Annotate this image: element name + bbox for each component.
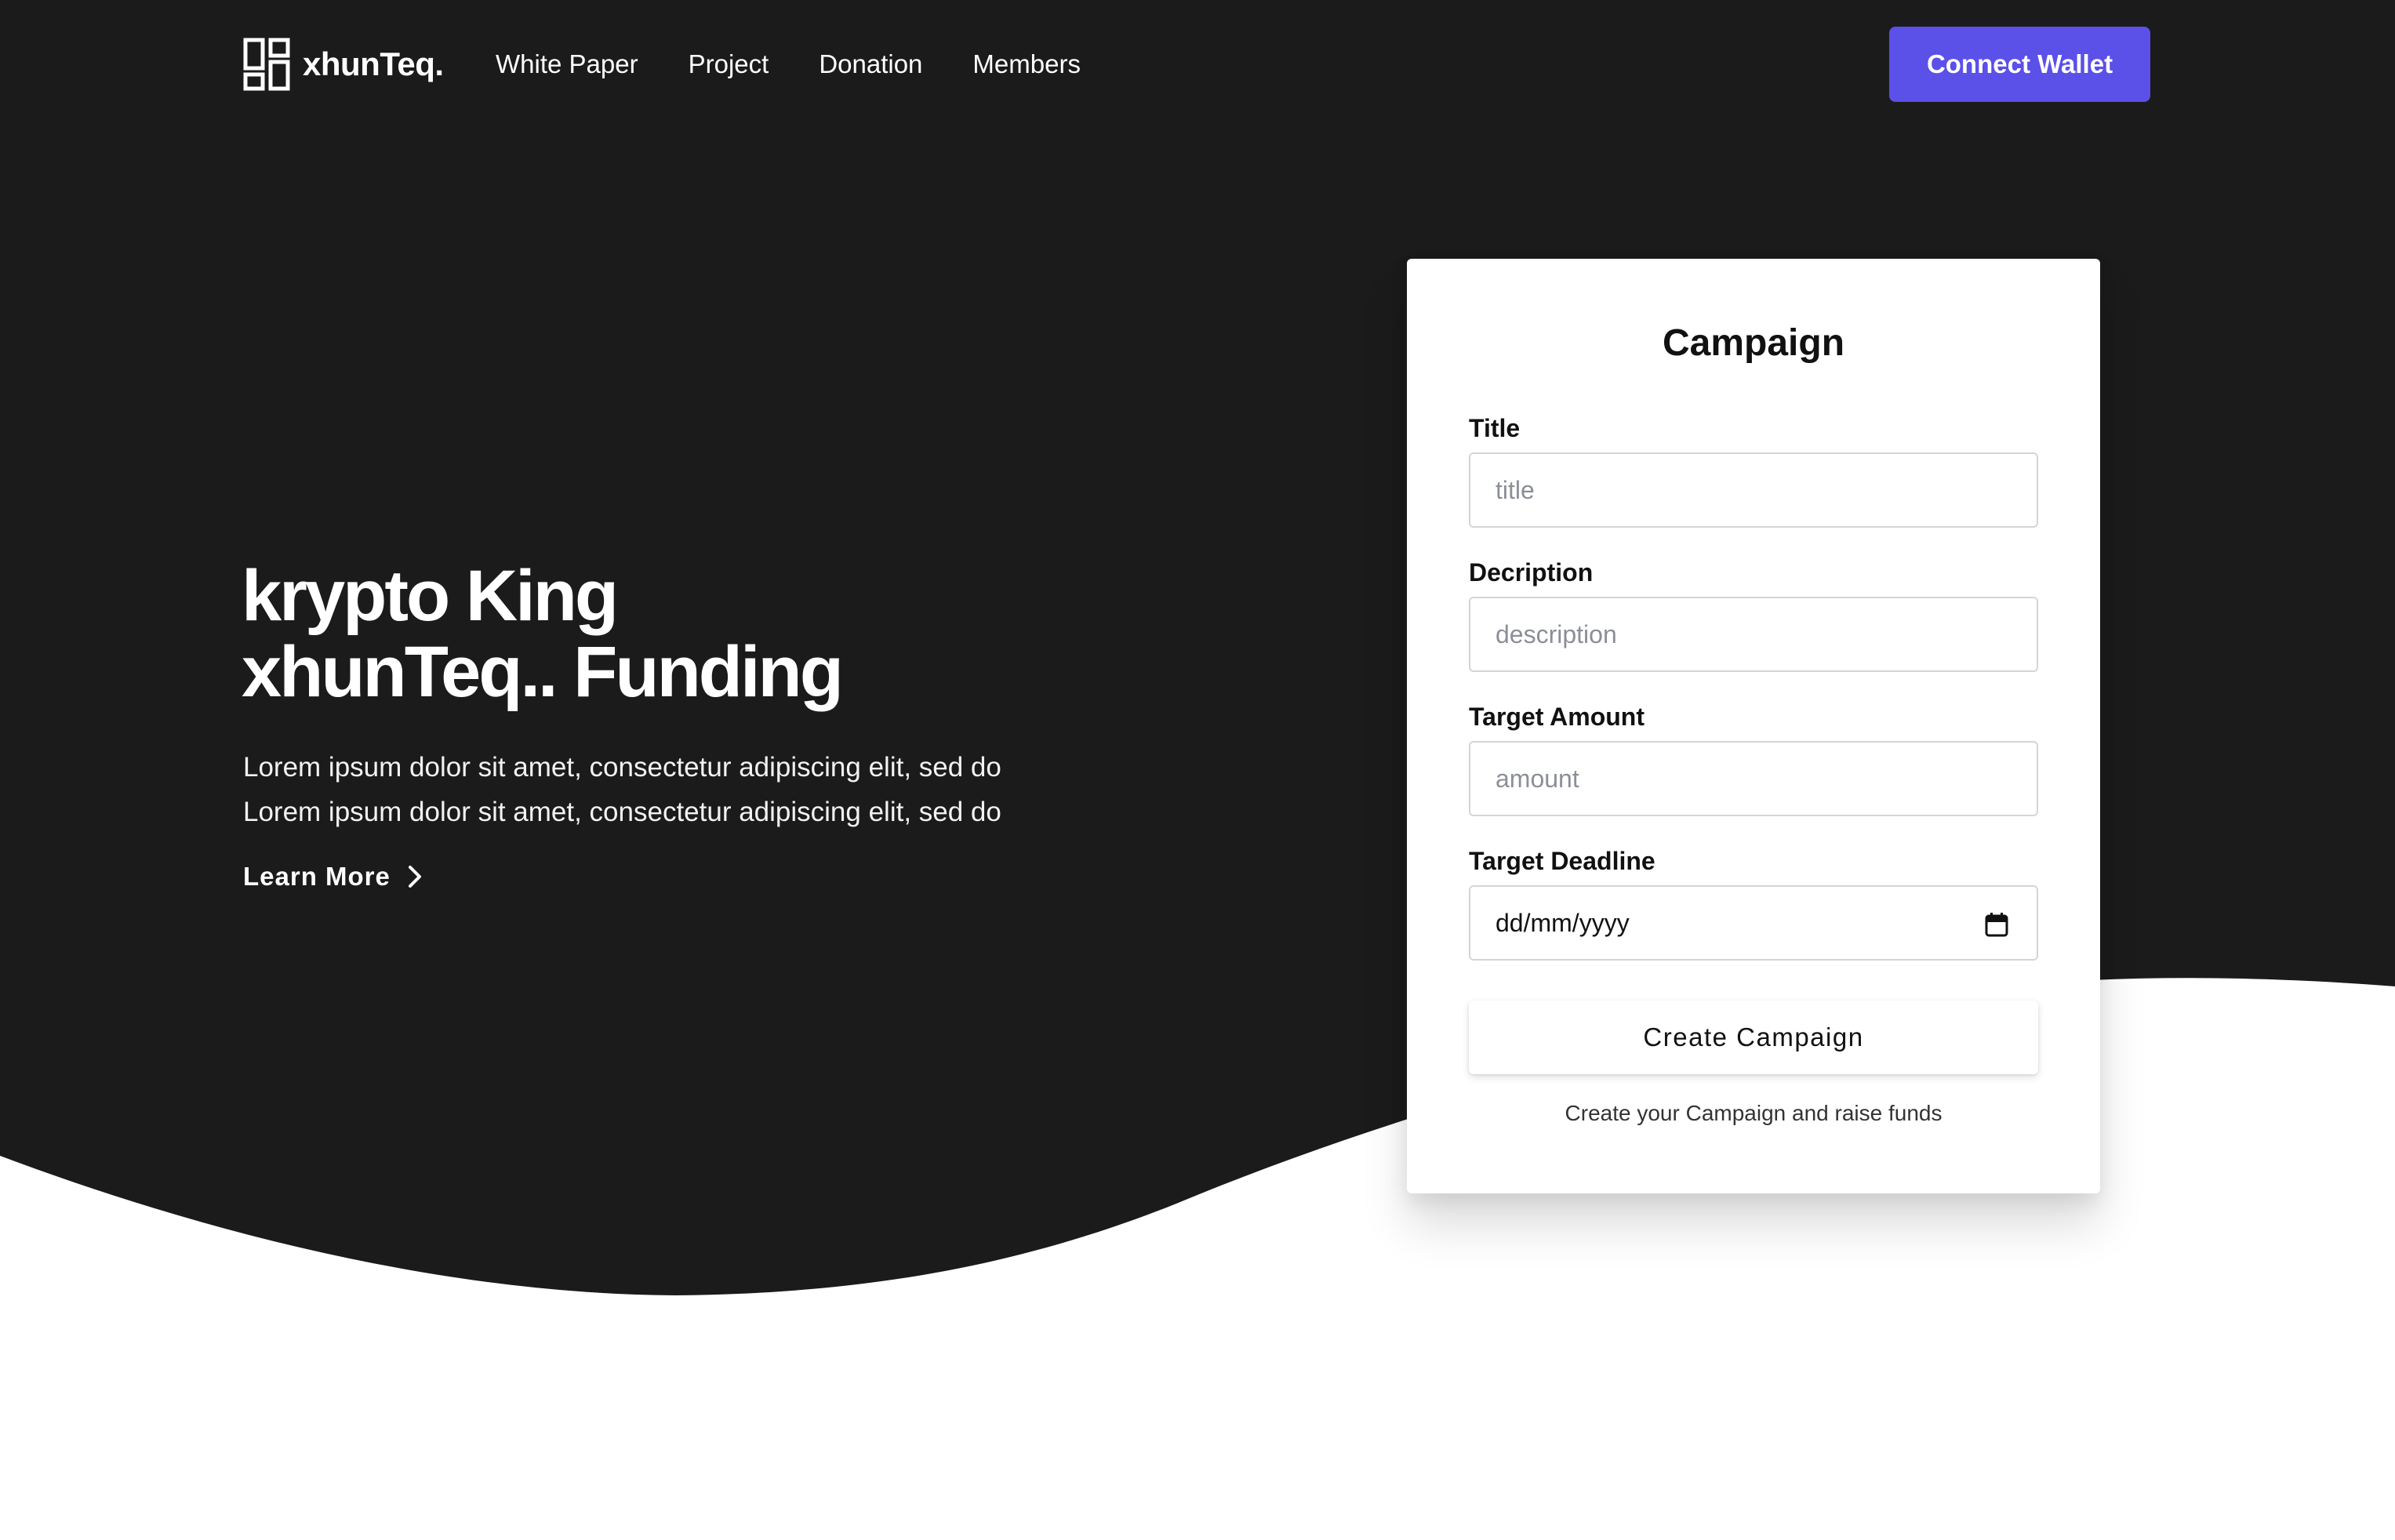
brand-logo[interactable]: xhunTeq. <box>243 38 444 91</box>
target-amount-input[interactable]: amount <box>1469 741 2038 816</box>
form-title: Campaign <box>1662 322 1845 364</box>
campaign-form-card: Campaign Title title Decription descript… <box>1407 259 2100 1193</box>
brand-name: xhunTeq. <box>303 45 444 82</box>
main-nav: White Paper Project Donation Members <box>496 45 1081 83</box>
nav-item-donation[interactable]: Donation <box>819 49 922 79</box>
target-deadline-label: Target Deadline <box>1469 847 1655 875</box>
learn-more-label: Learn More <box>243 862 391 891</box>
calendar-icon[interactable] <box>1985 912 2008 937</box>
target-deadline-input[interactable]: dd/mm/yyyy <box>1469 885 2038 961</box>
target-amount-label: Target Amount <box>1469 703 1645 731</box>
connect-wallet-button[interactable]: Connect Wallet <box>1889 27 2150 102</box>
title-placeholder: title <box>1496 475 1535 504</box>
title-input[interactable]: title <box>1469 452 2038 528</box>
hero-title-line-1: krypto King <box>242 556 619 636</box>
hero-description: Lorem ipsum dolor sit amet, consectetur … <box>243 745 1184 834</box>
page: xhunTeq. White Paper Project Donation Me… <box>0 0 2395 1540</box>
nav-item-project[interactable]: Project <box>689 49 769 79</box>
site-header: xhunTeq. White Paper Project Donation Me… <box>0 0 2395 129</box>
hero-description-line-1: Lorem ipsum dolor sit amet, consectetur … <box>243 752 1001 783</box>
amount-placeholder: amount <box>1496 764 1579 793</box>
create-campaign-button[interactable]: Create Campaign <box>1469 1001 2038 1074</box>
hero-title: krypto King xhunTeq.. Funding <box>242 558 1183 710</box>
hero-description-line-2: Lorem ipsum dolor sit amet, consectetur … <box>243 797 1001 827</box>
hero-title-line-2: xhunTeq.. Funding <box>242 632 844 712</box>
learn-more-link[interactable]: Learn More <box>243 858 423 895</box>
description-placeholder: description <box>1496 619 1617 648</box>
nav-item-white-paper[interactable]: White Paper <box>496 49 638 79</box>
form-note: Create your Campaign and raise funds <box>1565 1101 1943 1125</box>
title-label: Title <box>1469 414 1521 442</box>
description-input[interactable]: description <box>1469 597 2038 672</box>
chevron-right-icon <box>408 866 421 888</box>
description-label: Decription <box>1469 558 1594 587</box>
nav-item-members[interactable]: Members <box>972 49 1081 79</box>
logo-grid-icon <box>243 38 290 91</box>
deadline-value: dd/mm/yyyy <box>1496 908 1630 937</box>
